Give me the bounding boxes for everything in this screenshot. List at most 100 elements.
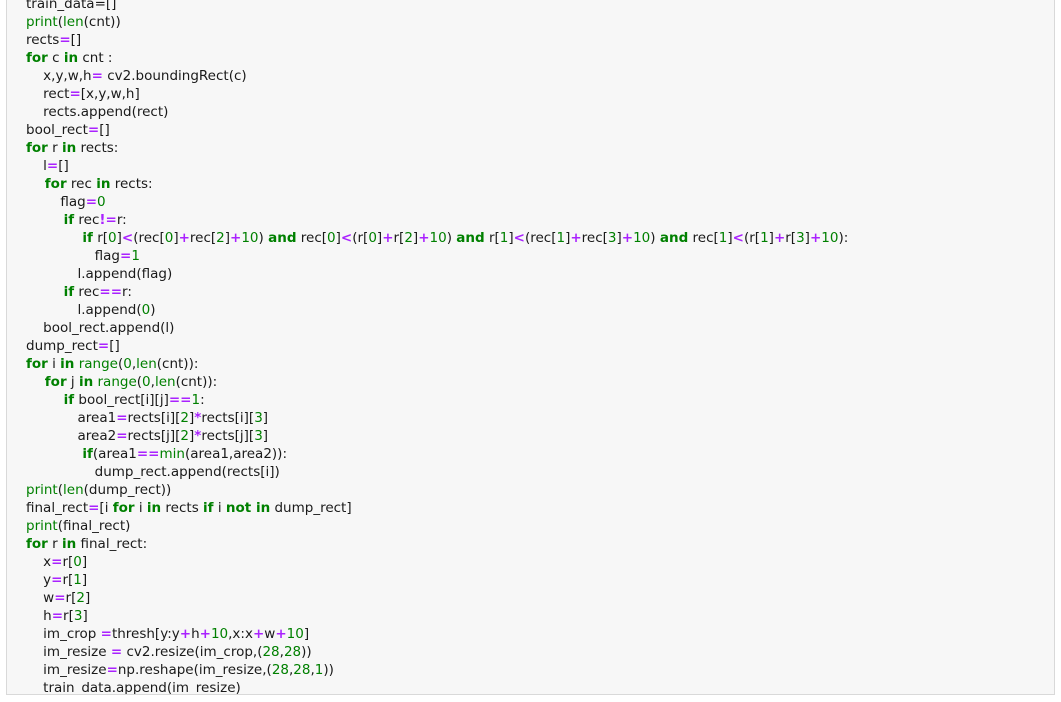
code-token: = bbox=[51, 554, 63, 570]
code-token: j bbox=[66, 374, 79, 390]
code-token: = bbox=[54, 590, 66, 606]
code-token: in bbox=[96, 176, 111, 192]
code-token: r[ bbox=[62, 572, 74, 588]
code-token: 10 bbox=[286, 626, 304, 642]
code-line: for i in range(0,len(cnt)): bbox=[26, 355, 848, 373]
code-token: + bbox=[382, 230, 394, 246]
code-token: flag bbox=[26, 248, 121, 264]
code-token: bool_rect bbox=[26, 122, 88, 138]
code-token: 28 bbox=[262, 644, 280, 660]
code-token: [] bbox=[109, 338, 120, 354]
code-line: rect=[x,y,w,h] bbox=[26, 85, 848, 103]
code-line: y=r[1] bbox=[26, 571, 848, 589]
code-line: l=[] bbox=[26, 157, 848, 175]
code-token: 10 bbox=[633, 230, 651, 246]
code-token: and bbox=[456, 230, 485, 246]
code-token: flag bbox=[26, 194, 86, 210]
code-line: for r in rects: bbox=[26, 139, 848, 157]
code-token: cnt : bbox=[78, 50, 113, 66]
code-token: rec[ bbox=[688, 230, 719, 246]
code-token: 28 bbox=[283, 644, 302, 660]
code-token: + bbox=[252, 626, 265, 642]
code-token: 3 bbox=[254, 410, 263, 426]
code-token: [] bbox=[58, 158, 69, 174]
code-token: + bbox=[418, 230, 430, 246]
code-token: if bbox=[26, 230, 93, 246]
code-token: ) bbox=[446, 230, 457, 246]
code-token: 28 bbox=[271, 662, 289, 678]
code-token: in bbox=[63, 50, 79, 66]
code-token: for bbox=[26, 536, 48, 552]
code-line: bool_rect=[] bbox=[26, 121, 848, 139]
code-token: r[ bbox=[63, 608, 74, 624]
code-token: print bbox=[26, 518, 58, 534]
code-token: area2 bbox=[26, 428, 117, 444]
code-token: if bbox=[26, 284, 75, 300]
code-token: ] bbox=[82, 608, 88, 624]
code-token: rects[i][ bbox=[127, 410, 181, 426]
code-token: (final_rect) bbox=[57, 518, 131, 534]
code-token: 2 bbox=[76, 590, 85, 606]
code-token: (r[ bbox=[352, 230, 369, 246]
code-block[interactable]: train_data=[] print(len(cnt)) rects=[] for … bbox=[26, 0, 848, 694]
code-line: for r in final_rect: bbox=[26, 535, 848, 553]
code-line: w=r[2] bbox=[26, 589, 848, 607]
code-token: if bbox=[26, 446, 93, 462]
code-token: im_crop bbox=[26, 626, 101, 642]
code-token: y bbox=[26, 572, 52, 588]
code-line: for rec in rects: bbox=[26, 175, 848, 193]
code-token: final_rect bbox=[26, 500, 89, 516]
code-line: flag=0 bbox=[26, 193, 848, 211]
code-line: if(area1==min(area1,area2)): bbox=[26, 445, 848, 463]
code-line: bool_rect.append(l) bbox=[26, 319, 848, 337]
code-token: rec bbox=[66, 176, 97, 192]
code-line: print(len(cnt)) bbox=[26, 13, 848, 31]
code-token: = bbox=[69, 86, 81, 102]
code-line: flag=1 bbox=[26, 247, 848, 265]
code-token: rects: bbox=[110, 176, 153, 192]
code-token: ] bbox=[262, 410, 269, 426]
code-token: < bbox=[513, 230, 525, 246]
code-token: [] bbox=[99, 122, 110, 138]
code-token: i bbox=[47, 356, 61, 372]
code-token: in bbox=[61, 536, 77, 552]
code-token: = bbox=[51, 572, 63, 588]
code-token: for bbox=[26, 140, 48, 156]
code-token: rec[ bbox=[581, 230, 608, 246]
code-token: im_resize bbox=[26, 662, 107, 678]
code-token: [x,y,w,h] bbox=[80, 86, 140, 102]
code-token: rects: bbox=[76, 140, 119, 156]
code-token: rec bbox=[74, 284, 100, 300]
code-token: bool_rect[i][j] bbox=[74, 392, 169, 408]
code-token: r[ bbox=[92, 230, 109, 246]
code-token: (r[ bbox=[743, 230, 761, 246]
code-token: rec[ bbox=[189, 230, 217, 246]
code-token: dump_rect bbox=[26, 338, 98, 354]
code-token: 0 bbox=[97, 194, 106, 210]
code-line: print(len(dump_rect)) bbox=[26, 481, 848, 499]
code-token: rec[ bbox=[296, 230, 328, 246]
code-token: ,x:x bbox=[228, 626, 253, 642]
code-token: r[ bbox=[393, 230, 405, 246]
code-token: (cnt)): bbox=[175, 374, 218, 390]
code-token: r: bbox=[122, 284, 132, 300]
code-token: 10 bbox=[429, 230, 447, 246]
code-token: for bbox=[26, 374, 67, 390]
code-line: if bool_rect[i][j]==1: bbox=[26, 391, 848, 409]
code-token: len bbox=[136, 356, 157, 372]
code-token: 2 bbox=[404, 230, 413, 246]
code-token: = bbox=[100, 626, 112, 642]
code-token: h bbox=[191, 626, 200, 642]
code-cell[interactable]: train_data=[] print(len(cnt)) rects=[] for … bbox=[6, 0, 1055, 695]
code-token: 1 bbox=[760, 230, 769, 246]
code-token: ] bbox=[303, 626, 310, 642]
code-token: l.append( bbox=[26, 302, 142, 318]
code-token: if bbox=[203, 500, 214, 516]
code-token: 2 bbox=[216, 230, 225, 246]
code-token: = bbox=[88, 500, 100, 516]
code-token: train_data=[] bbox=[26, 0, 117, 12]
code-token: (rec[ bbox=[524, 230, 557, 246]
code-token: rects[j][ bbox=[201, 428, 255, 444]
code-token: + bbox=[275, 626, 287, 642]
code-token: 28 bbox=[293, 662, 311, 678]
